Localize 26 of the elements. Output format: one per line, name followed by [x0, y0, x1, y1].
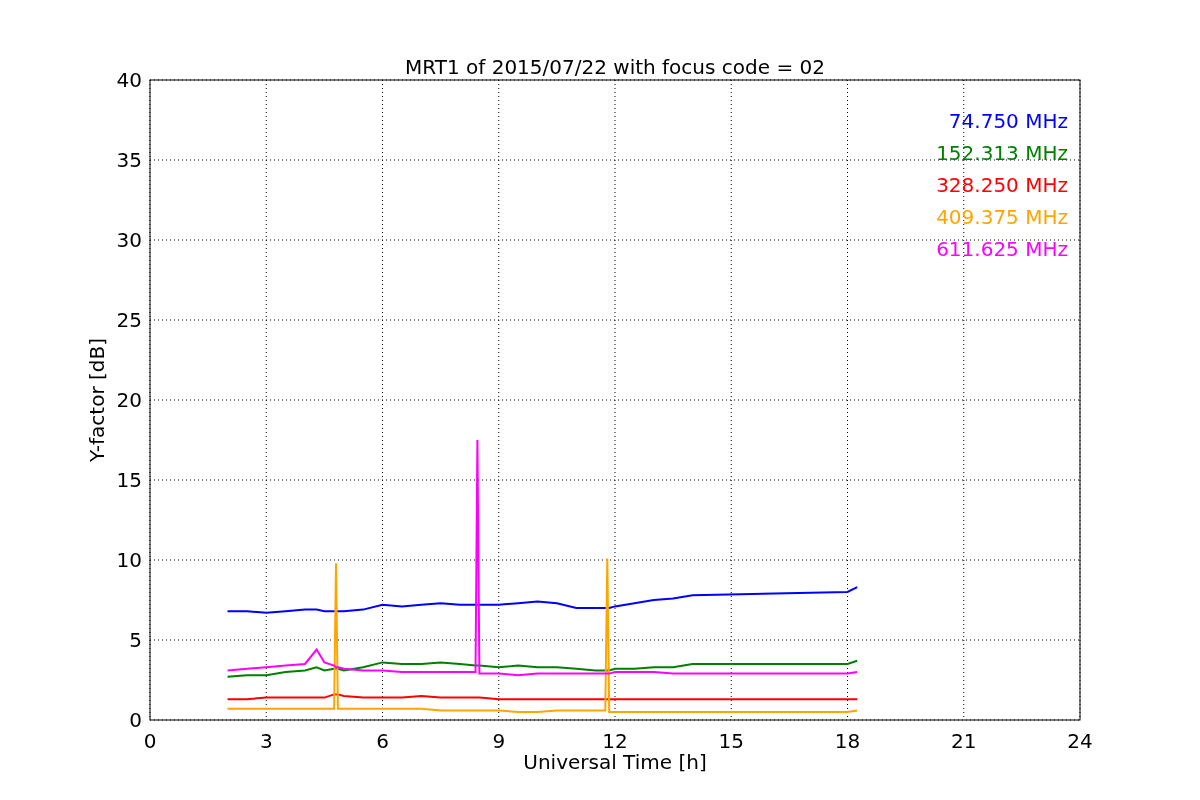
- y-tick-label: 10: [116, 548, 142, 572]
- legend-label: 74.750 MHz: [948, 109, 1068, 133]
- y-tick-label: 5: [129, 628, 142, 652]
- x-tick-label: 21: [951, 729, 977, 753]
- x-tick-label: 15: [718, 729, 744, 753]
- y-axis-label: Y-factor [dB]: [85, 338, 109, 462]
- x-tick-label: 6: [376, 729, 389, 753]
- y-tick-label: 0: [129, 708, 142, 732]
- legend-label: 409.375 MHz: [936, 205, 1068, 229]
- y-tick-label: 20: [116, 388, 142, 412]
- chart-title: MRT1 of 2015/07/22 with focus code = 02: [405, 55, 825, 79]
- x-tick-label: 18: [834, 729, 861, 753]
- legend-label: 611.625 MHz: [936, 237, 1068, 261]
- x-tick-label: 3: [259, 729, 273, 753]
- x-axis-label: Universal Time [h]: [523, 750, 707, 774]
- x-tick-label: 0: [143, 729, 157, 753]
- y-tick-label: 40: [116, 68, 142, 92]
- x-tick-label: 12: [602, 729, 628, 753]
- legend-label: 328.250 MHz: [936, 173, 1068, 197]
- y-tick-label: 35: [116, 148, 142, 172]
- y-tick-label: 25: [116, 308, 142, 332]
- x-tick-label: 9: [492, 729, 506, 753]
- x-tick-label: 24: [1067, 729, 1093, 753]
- legend-label: 152.313 MHz: [936, 141, 1068, 165]
- y-tick-label: 15: [116, 468, 142, 492]
- y-tick-label: 30: [116, 228, 142, 252]
